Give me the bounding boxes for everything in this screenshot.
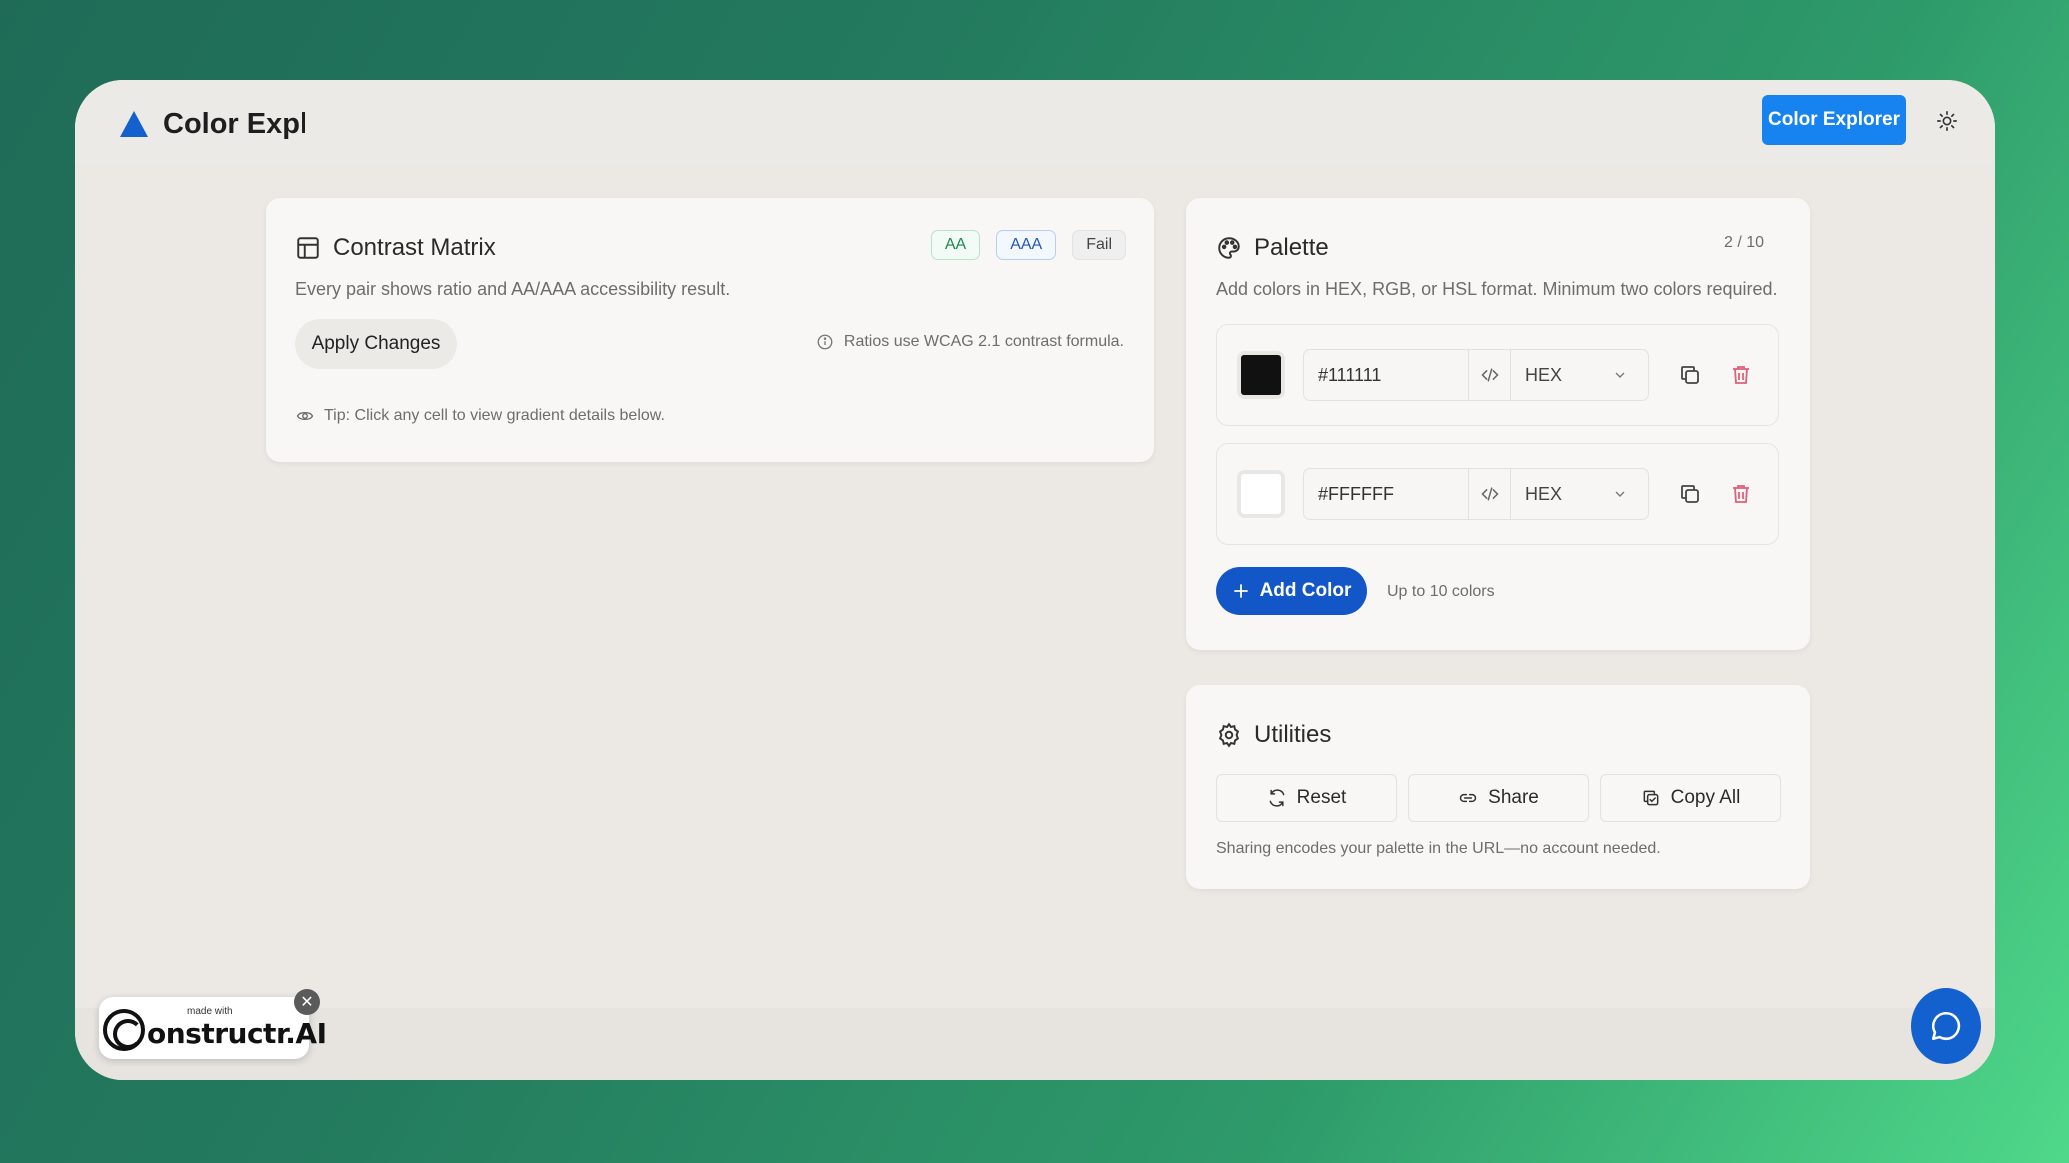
format-select-value: HEX xyxy=(1525,483,1563,504)
palette-card: Palette 2 / 10 Add colors in HEX, RGB, o… xyxy=(1186,198,1810,650)
copy-all-button[interactable]: Copy All xyxy=(1600,774,1781,822)
eye-icon xyxy=(296,411,314,421)
code-icon[interactable] xyxy=(1469,350,1511,400)
triangle-logo-icon xyxy=(120,111,148,137)
palette-description: Add colors in HEX, RGB, or HSL format. M… xyxy=(1216,279,1778,299)
color-swatch-button[interactable] xyxy=(1237,351,1285,399)
reset-label: Reset xyxy=(1296,787,1347,808)
utilities-card: Utilities Reset Share Copy All Sharing e… xyxy=(1186,685,1810,889)
color-input-group: HEX xyxy=(1303,349,1649,401)
palette-header: Palette xyxy=(1216,234,1329,262)
copy-check-icon xyxy=(1643,790,1659,806)
copy-icon[interactable] xyxy=(1678,482,1702,506)
app-window: Color Explorer Color Explorer Contrast M… xyxy=(75,80,1995,1080)
refresh-icon xyxy=(1269,789,1285,807)
color-row: HEX xyxy=(1216,443,1779,545)
format-select-value: HEX xyxy=(1525,364,1563,385)
contrast-matrix-header: Contrast Matrix xyxy=(295,234,496,262)
contrast-matrix-description: Every pair shows ratio and AA/AAA access… xyxy=(295,279,731,299)
chat-bubble-icon xyxy=(1931,1011,1961,1041)
chevron-down-icon xyxy=(1615,372,1625,378)
sun-icon xyxy=(1937,111,1957,131)
palette-count: 2 / 10 xyxy=(1723,234,1764,251)
made-with-brand: onstructr.AI xyxy=(147,1017,327,1050)
app-logo[interactable]: Color Explorer xyxy=(119,104,305,144)
chevron-down-icon xyxy=(1615,491,1625,497)
gear-icon xyxy=(1218,722,1240,748)
color-value-input[interactable] xyxy=(1304,350,1469,400)
legend-badges: AA AAA Fail xyxy=(930,230,1126,260)
color-value-input[interactable] xyxy=(1304,469,1469,519)
share-label: Share xyxy=(1488,787,1539,808)
reset-button[interactable]: Reset xyxy=(1216,774,1397,822)
trash-icon[interactable] xyxy=(1729,363,1753,387)
app-title: Color Explorer xyxy=(163,107,305,140)
theme-toggle-button[interactable] xyxy=(1924,98,1970,144)
chat-button[interactable] xyxy=(1911,988,1981,1064)
format-select[interactable]: HEX xyxy=(1511,469,1648,519)
share-button[interactable]: Share xyxy=(1408,774,1589,822)
ratio-note: Ratios use WCAG 2.1 contrast formula. xyxy=(816,333,1124,351)
utility-buttons: Reset Share Copy All xyxy=(1216,774,1781,822)
contrast-matrix-title: Contrast Matrix xyxy=(333,234,496,261)
tip-text: Tip: Click any cell to view gradient det… xyxy=(324,407,665,424)
link-icon xyxy=(1459,793,1477,803)
apply-changes-button[interactable]: Apply Changes xyxy=(295,319,457,369)
copy-icon[interactable] xyxy=(1678,363,1702,387)
badge-aa: AA xyxy=(930,230,981,260)
code-icon[interactable] xyxy=(1469,469,1511,519)
utilities-header: Utilities xyxy=(1216,721,1331,749)
color-input-group: HEX xyxy=(1303,468,1649,520)
close-icon[interactable]: ✕ xyxy=(294,989,320,1015)
add-color-hint: Up to 10 colors xyxy=(1387,583,1495,600)
trash-icon[interactable] xyxy=(1729,482,1753,506)
palette-title: Palette xyxy=(1254,234,1329,261)
color-swatch xyxy=(1241,474,1281,514)
badge-fail: Fail xyxy=(1072,230,1126,260)
palette-icon xyxy=(1218,237,1240,259)
top-bar: Color Explorer Color Explorer xyxy=(75,80,1995,165)
badge-aaa: AAA xyxy=(996,230,1057,260)
copy-all-label: Copy All xyxy=(1670,787,1741,808)
utilities-note: Sharing encodes your palette in the URL—… xyxy=(1216,840,1661,857)
color-swatch-button[interactable] xyxy=(1237,470,1285,518)
add-color-label: Add Color xyxy=(1259,580,1352,601)
color-explorer-nav-button[interactable]: Color Explorer xyxy=(1762,95,1906,145)
table-icon xyxy=(297,237,319,259)
ratio-note-text: Ratios use WCAG 2.1 contrast formula. xyxy=(843,333,1124,350)
constructr-logo-icon xyxy=(103,1009,145,1051)
utilities-title: Utilities xyxy=(1254,721,1332,748)
made-with-text: made with xyxy=(187,1006,233,1017)
color-swatch xyxy=(1241,355,1281,395)
color-row: HEX xyxy=(1216,324,1779,426)
contrast-matrix-card: Contrast Matrix AA AAA Fail Every pair s… xyxy=(266,198,1154,462)
plus-icon xyxy=(1233,584,1248,598)
footer-strip xyxy=(75,1008,1995,1080)
info-icon xyxy=(817,334,833,350)
tip-text-row: Tip: Click any cell to view gradient det… xyxy=(296,407,665,425)
format-select[interactable]: HEX xyxy=(1511,350,1648,400)
add-color-button[interactable]: Add Color xyxy=(1216,567,1367,615)
made-with-badge[interactable]: made with onstructr.AI xyxy=(99,997,327,1059)
